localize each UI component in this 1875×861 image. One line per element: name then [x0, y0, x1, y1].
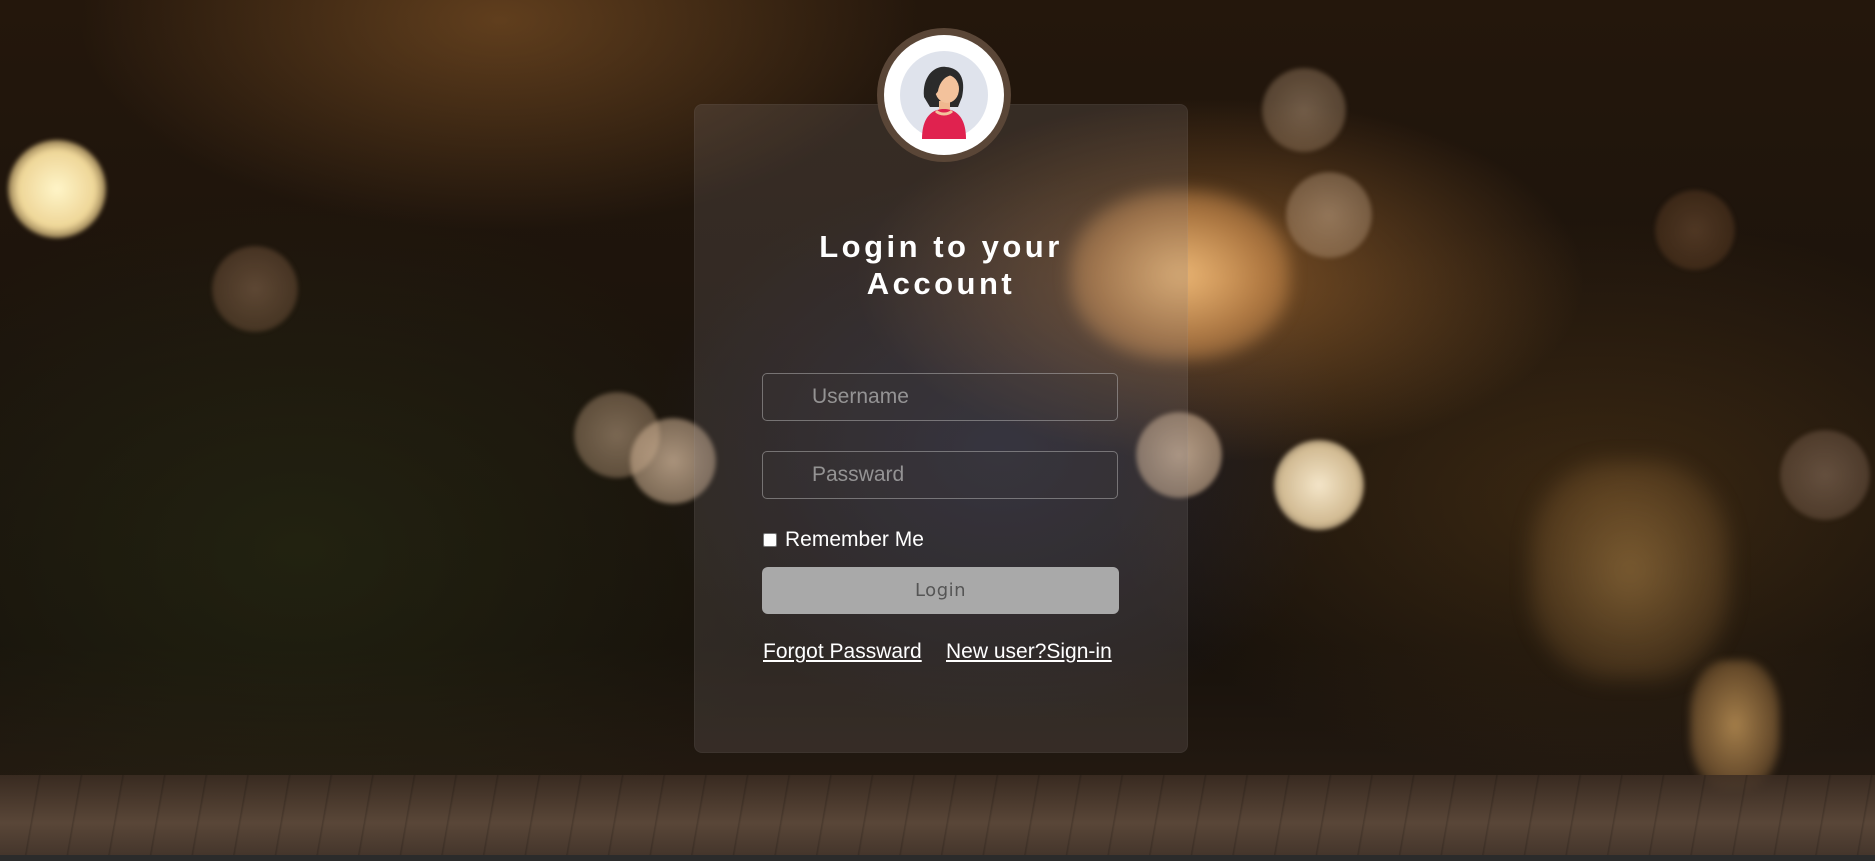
page-title: Login to your Account	[694, 228, 1188, 302]
bokeh-light	[1262, 68, 1346, 152]
page-title-text: Login to your Account	[819, 229, 1063, 301]
forgot-password-link[interactable]: Forgot Passward	[763, 640, 922, 664]
bokeh-light	[1530, 460, 1730, 680]
avatar	[877, 28, 1011, 162]
bokeh-light	[1690, 660, 1780, 790]
remember-me-label[interactable]: Remember Me	[785, 528, 924, 552]
wooden-table	[0, 775, 1875, 855]
bokeh-light	[1780, 430, 1870, 520]
remember-me: Remember Me	[762, 526, 924, 554]
bokeh-light	[1286, 172, 1372, 258]
password-input[interactable]	[762, 451, 1118, 499]
login-button[interactable]: Login	[762, 567, 1119, 614]
user-avatar-icon	[900, 51, 988, 139]
avatar-circle	[884, 35, 1004, 155]
bokeh-light	[212, 246, 298, 332]
bokeh-light	[8, 140, 106, 238]
username-input[interactable]	[762, 373, 1118, 421]
remember-me-checkbox[interactable]	[763, 533, 777, 547]
bottom-strip	[0, 855, 1875, 861]
new-user-signup-link[interactable]: New user?Sign-in	[946, 640, 1112, 664]
bokeh-light	[1274, 440, 1364, 530]
bokeh-light	[1655, 190, 1735, 270]
